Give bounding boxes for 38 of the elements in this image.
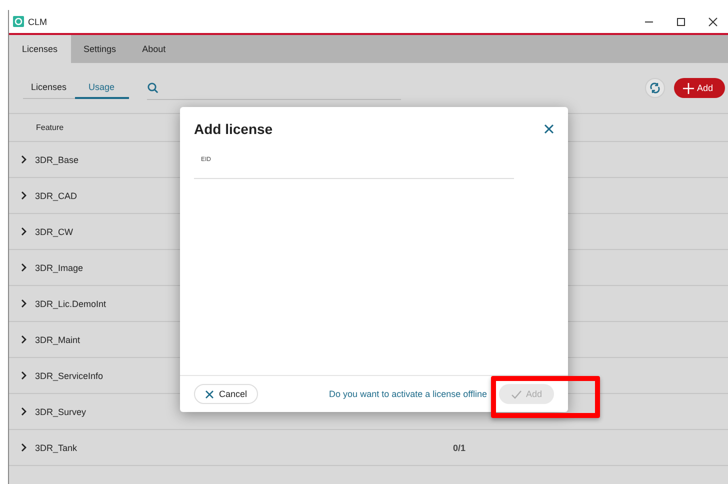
- feature-name: 3DR_Survey: [35, 406, 86, 416]
- refresh-button[interactable]: [644, 78, 665, 98]
- app-logo-icon: [13, 16, 24, 27]
- feature-name: 3DR_Maint: [35, 334, 80, 344]
- checkmark-icon: [510, 390, 522, 398]
- chevron-right-icon[interactable]: [21, 443, 27, 452]
- feature-name: 3DR_Image: [35, 262, 84, 272]
- plus-icon: [682, 82, 694, 94]
- add-button[interactable]: Add: [674, 78, 725, 98]
- chevron-right-icon[interactable]: [21, 155, 27, 164]
- search-icon: [146, 82, 159, 94]
- close-icon[interactable]: [544, 124, 554, 134]
- tab[interactable]: Settings: [70, 35, 130, 63]
- dialog-title: Add license: [194, 121, 273, 137]
- tab[interactable]: About: [129, 35, 179, 63]
- feature-name: 3DR_Base: [35, 154, 79, 164]
- feature-name: 3DR_Lic.DemoInt: [35, 298, 106, 308]
- chevron-right-icon[interactable]: [21, 371, 27, 380]
- refresh-icon: [648, 82, 661, 94]
- window-title: CLM: [28, 16, 48, 26]
- column-header: Feature: [36, 123, 64, 132]
- feature-name: 3DR_Tank: [35, 442, 78, 452]
- chevron-right-icon[interactable]: [21, 299, 27, 308]
- feature-name: 3DR_CAD: [35, 190, 78, 200]
- tab[interactable]: Licenses: [9, 35, 71, 63]
- chevron-right-icon[interactable]: [21, 335, 27, 344]
- feature-name: 3DR_CW: [35, 226, 74, 236]
- chevron-right-icon[interactable]: [21, 407, 27, 416]
- cancel-button[interactable]: Cancel: [194, 384, 258, 404]
- feature-name: 3DR_ServiceInfo: [35, 370, 104, 380]
- offline-activation-link[interactable]: Do you want to activate a license offline: [329, 389, 487, 399]
- chevron-right-icon[interactable]: [21, 263, 27, 272]
- usage-count: 0/1: [453, 442, 467, 452]
- usage-tab[interactable]: Licenses: [23, 78, 75, 98]
- chevron-right-icon[interactable]: [21, 191, 27, 200]
- usage-tab[interactable]: Usage: [74, 78, 129, 98]
- chevron-right-icon[interactable]: [21, 227, 27, 236]
- close-icon: [205, 390, 214, 398]
